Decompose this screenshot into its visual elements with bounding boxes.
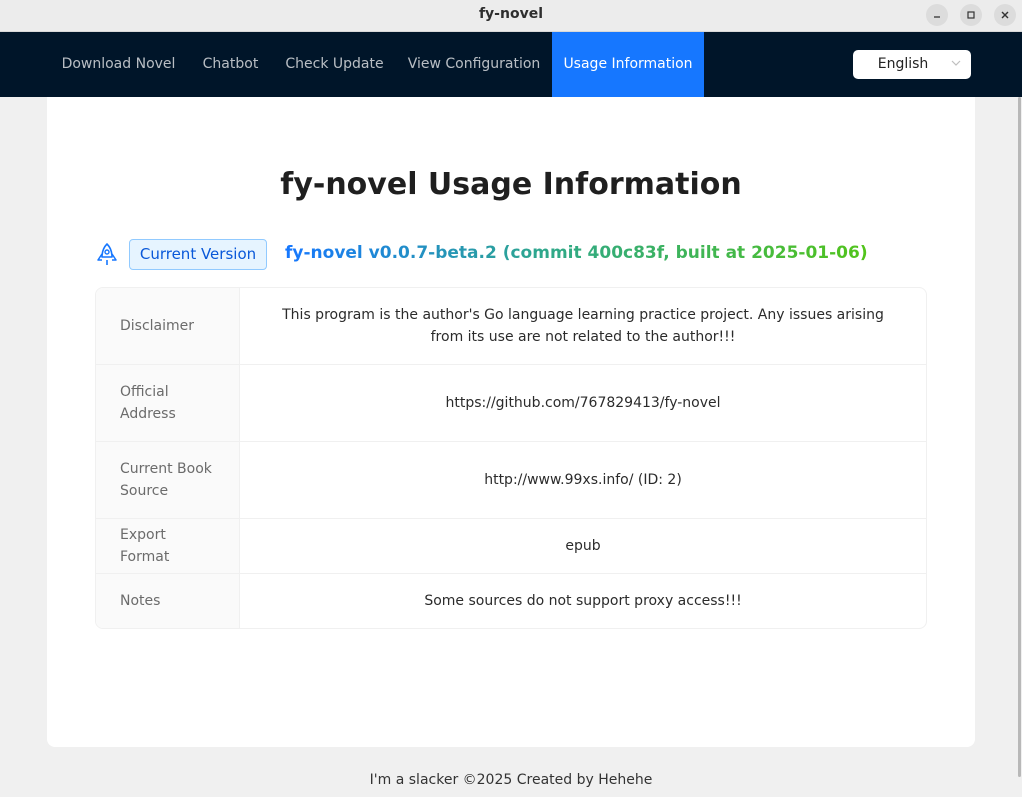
row-label-official-address: Official Address	[96, 365, 240, 441]
usage-info-table: Disclaimer This program is the author's …	[95, 287, 927, 629]
nav-view-configuration[interactable]: View Configuration	[396, 32, 552, 97]
window-titlebar: fy-novel	[0, 0, 1022, 32]
table-row: Official Address https://github.com/7678…	[96, 365, 926, 442]
table-row: Disclaimer This program is the author's …	[96, 288, 926, 365]
nav-check-update[interactable]: Check Update	[273, 32, 396, 97]
content-card: fy-novel Usage Information Current Versi…	[47, 97, 975, 747]
minimize-icon[interactable]	[926, 4, 948, 26]
nav-usage-information[interactable]: Usage Information	[552, 32, 704, 97]
rocket-icon	[97, 243, 117, 265]
language-select-value: English	[877, 56, 929, 72]
row-value-disclaimer: This program is the author's Go language…	[282, 307, 884, 345]
chevron-down-icon	[951, 60, 961, 66]
row-label-notes: Notes	[96, 574, 240, 628]
close-icon[interactable]	[994, 4, 1016, 26]
table-row: Current Book Source http://www.99xs.info…	[96, 442, 926, 519]
nav-chatbot[interactable]: Chatbot	[188, 32, 273, 97]
top-navbar: Download Novel Chatbot Check Update View…	[0, 32, 1022, 97]
version-text: fy-novel v0.0.7-beta.2 (commit 400c83f, …	[285, 243, 868, 263]
maximize-icon[interactable]	[960, 4, 982, 26]
row-value-official-address[interactable]: https://github.com/767829413/fy-novel	[240, 365, 926, 441]
row-value-notes: Some sources do not support proxy access…	[424, 593, 742, 609]
footer-text: I'm a slacker ©2025 Created by Hehehe	[369, 772, 653, 788]
scrollbar[interactable]	[1018, 97, 1021, 777]
table-row: Export Format epub	[96, 519, 926, 574]
row-label-current-book-source: Current Book Source	[96, 442, 240, 518]
table-row: Notes Some sources do not support proxy …	[96, 574, 926, 628]
page-title: fy-novel Usage Information	[280, 167, 742, 202]
current-version-tag: Current Version	[129, 239, 267, 270]
nav-download-novel[interactable]: Download Novel	[49, 32, 188, 97]
row-value-export-format: epub	[565, 538, 601, 554]
window-title: fy-novel	[478, 6, 544, 22]
language-select[interactable]: English	[853, 50, 971, 79]
row-value-current-book-source: http://www.99xs.info/ (ID: 2)	[484, 472, 682, 488]
row-label-disclaimer: Disclaimer	[96, 288, 240, 364]
row-label-export-format: Export Format	[96, 519, 240, 573]
